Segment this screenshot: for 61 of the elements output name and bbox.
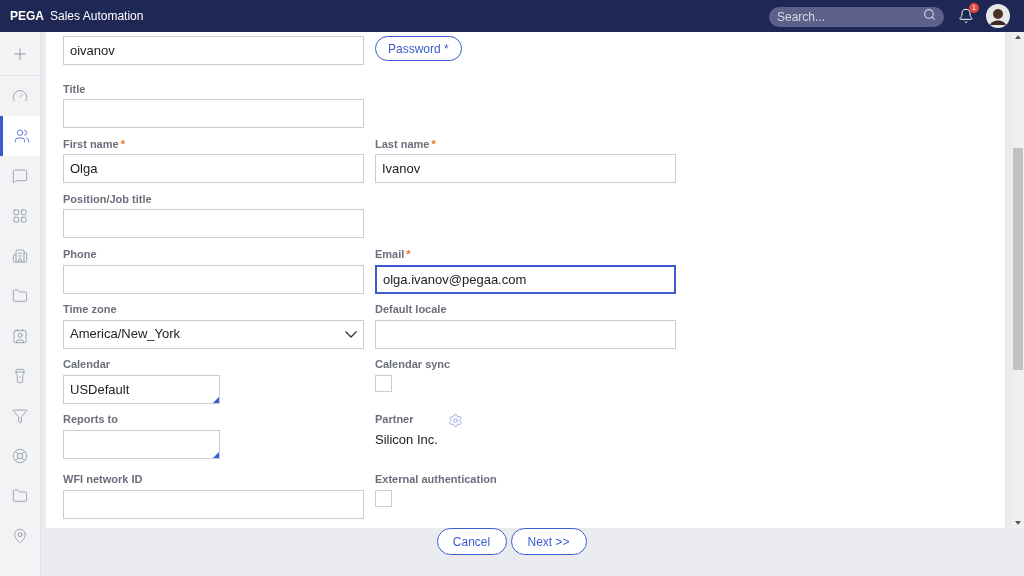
message-icon (12, 168, 28, 184)
field-value: Silicon Inc. (375, 430, 438, 449)
field-label: Title (63, 83, 86, 95)
field-label: Default locale (375, 304, 447, 316)
gear-icon[interactable] (447, 412, 463, 428)
required-mark: * (406, 249, 411, 261)
required-mark: * (120, 138, 125, 150)
input-field[interactable]: Olga (63, 154, 364, 184)
brand-logo: PEGA (10, 8, 44, 25)
folder-icon (12, 488, 28, 504)
lookup-field[interactable] (63, 429, 220, 459)
field-label: First name (63, 138, 119, 150)
field-label: External authentication (375, 474, 497, 486)
gauge-icon (12, 88, 28, 104)
avatar[interactable] (986, 4, 1010, 28)
field-label: Position/Job title (63, 193, 152, 205)
corner-icon (213, 396, 219, 403)
password-button[interactable]: Password * (375, 36, 462, 61)
search-field[interactable]: Search... (769, 7, 944, 27)
checkbox[interactable] (375, 489, 392, 507)
next-button[interactable]: Next >> (510, 528, 587, 555)
search-icon (923, 8, 936, 21)
input-field[interactable]: Ivanov (375, 154, 676, 184)
scroll-down-icon[interactable] (1015, 521, 1021, 525)
input-field[interactable] (63, 489, 364, 519)
input-field[interactable] (63, 209, 364, 239)
app-title: Sales Automation (50, 8, 144, 25)
field-label: Partner (375, 414, 414, 426)
contact-icon (12, 328, 28, 344)
input-field[interactable] (375, 319, 676, 349)
folder-icon (12, 288, 28, 304)
field-label: Reports to (63, 414, 118, 426)
input-field[interactable]: olga.ivanov@pegaa.com (375, 264, 676, 294)
field-label: Phone (63, 249, 97, 261)
buildings-icon (12, 248, 28, 264)
corner-icon (213, 451, 219, 458)
map-pin-icon (12, 528, 28, 544)
checkbox[interactable] (375, 374, 392, 392)
dropdown-field[interactable]: America/New_York (63, 319, 364, 349)
scroll-up-icon[interactable] (1015, 35, 1021, 39)
grid-icon (12, 208, 28, 224)
flashlight-icon (12, 368, 28, 384)
field-label: Email (375, 249, 405, 261)
input-field[interactable] (63, 264, 364, 294)
nav-item[interactable] (0, 116, 40, 156)
field-label: Time zone (63, 304, 117, 316)
lookup-field[interactable]: USDefault (63, 374, 220, 404)
field-label: Last name (375, 138, 430, 150)
field-label: Calendar sync (375, 359, 451, 371)
input-field[interactable]: oivanov (63, 36, 364, 65)
users-icon (13, 128, 30, 144)
field-label: WFI network ID (63, 474, 143, 486)
chevron-down-icon (345, 330, 357, 338)
scrollbar[interactable] (1012, 32, 1024, 528)
input-field[interactable] (63, 99, 364, 129)
bell-icon[interactable] (958, 8, 974, 24)
funnel-icon (12, 408, 28, 424)
lifebuoy-icon (12, 448, 28, 464)
required-mark: * (431, 138, 436, 150)
field-label: Calendar (63, 359, 111, 371)
cancel-button[interactable]: Cancel (436, 528, 507, 555)
